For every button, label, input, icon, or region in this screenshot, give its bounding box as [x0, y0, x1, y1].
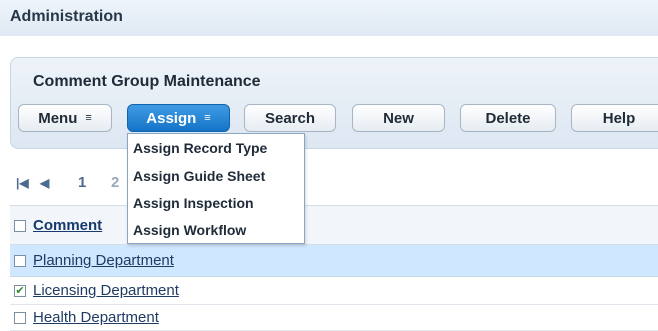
new-button[interactable]: New — [352, 104, 445, 132]
table-row[interactable]: ✔ Licensing Department — [10, 277, 658, 305]
help-button[interactable]: Help — [571, 104, 658, 132]
menu-item-assign-inspection[interactable]: Assign Inspection — [133, 195, 254, 211]
select-all-checkbox[interactable] — [14, 220, 26, 232]
menu-button-label: Menu — [38, 109, 78, 127]
table-header: Comment — [10, 205, 658, 245]
row-checkbox[interactable] — [14, 255, 26, 267]
menu-caret-icon: ≡ — [85, 112, 92, 124]
row-checkbox[interactable] — [14, 312, 26, 324]
comment-column-header[interactable]: Comment — [33, 217, 102, 234]
page-header: Administration — [0, 0, 658, 36]
page-2-link[interactable]: 2 — [111, 174, 119, 191]
table-row[interactable]: Health Department — [10, 305, 658, 331]
assign-button[interactable]: Assign ≡ — [127, 104, 230, 132]
page-1-link[interactable]: 1 — [78, 174, 86, 191]
row-link[interactable]: Licensing Department — [33, 282, 179, 299]
menu-item-assign-workflow[interactable]: Assign Workflow — [133, 222, 246, 238]
page-title: Administration — [10, 8, 123, 25]
prev-page-icon[interactable]: ◀ — [40, 176, 49, 190]
menu-button[interactable]: Menu ≡ — [18, 104, 112, 132]
assign-caret-icon: ≡ — [204, 112, 211, 124]
first-page-icon[interactable]: |◀ — [16, 176, 29, 190]
menu-item-assign-record-type[interactable]: Assign Record Type — [133, 140, 267, 156]
menu-item-assign-guide-sheet[interactable]: Assign Guide Sheet — [133, 168, 265, 184]
table-row[interactable]: Planning Department — [10, 245, 658, 277]
panel-title: Comment Group Maintenance — [33, 73, 261, 90]
delete-button[interactable]: Delete — [460, 104, 556, 132]
assign-dropdown-menu: Assign Record Type Assign Guide Sheet As… — [127, 133, 305, 244]
row-link[interactable]: Health Department — [33, 309, 159, 326]
search-button[interactable]: Search — [244, 104, 336, 132]
maintenance-panel — [10, 57, 658, 149]
row-checkbox[interactable]: ✔ — [14, 285, 26, 297]
row-link[interactable]: Planning Department — [33, 252, 174, 269]
assign-button-label: Assign — [146, 109, 197, 127]
